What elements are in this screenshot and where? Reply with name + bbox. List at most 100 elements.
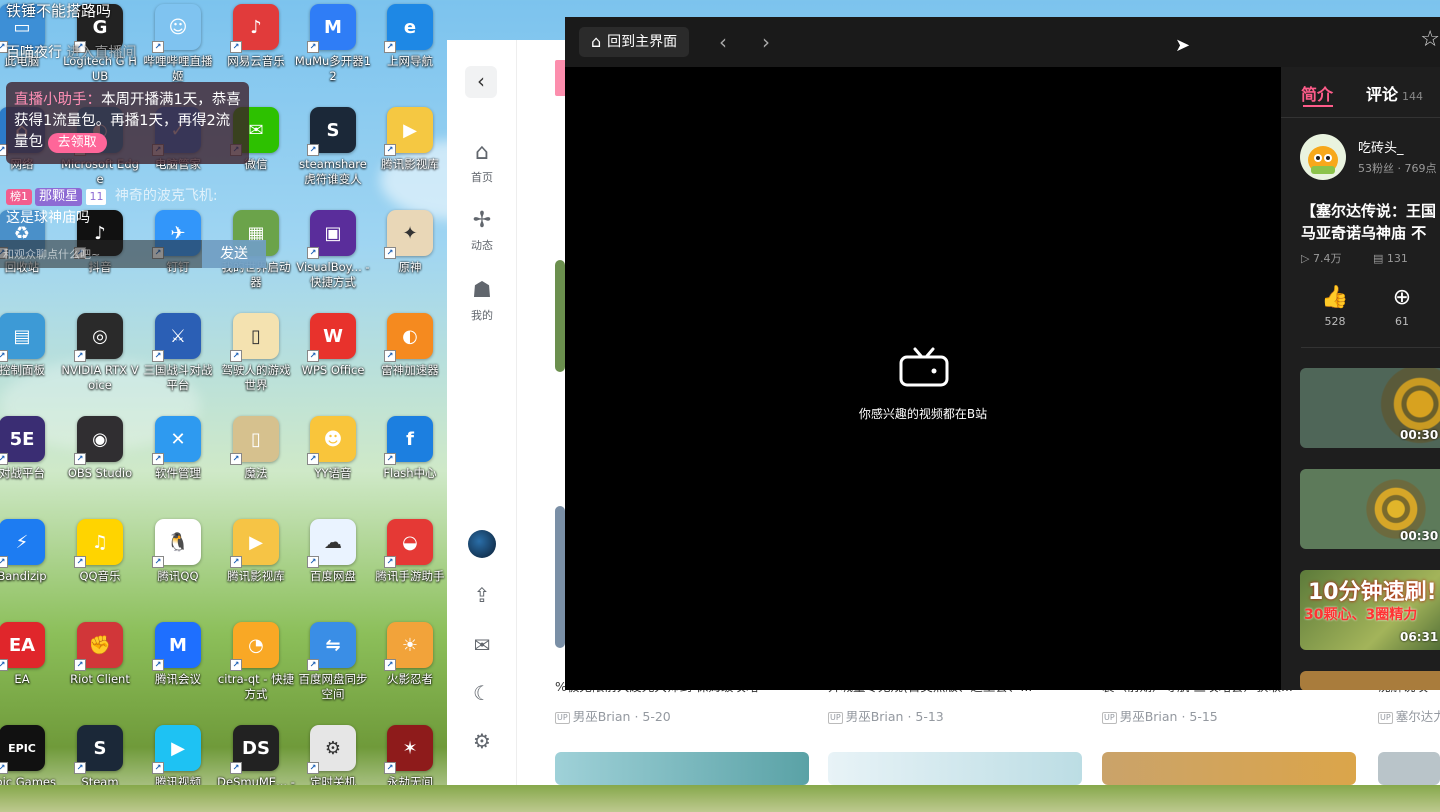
comment-count: 144 [1402, 90, 1424, 103]
desktop-icon[interactable]: ▯ ↗ 驾驶人的游戏世界 [217, 313, 295, 393]
app-icon: ◐↗ [384, 313, 433, 362]
recommended-video[interactable]: 10分钟速刷! 30颗心、3圈精力 06:31 [1300, 570, 1440, 650]
tab-intro[interactable]: 简介 [1301, 81, 1333, 105]
uploader-name[interactable]: 吃砖头_ [1358, 137, 1404, 156]
feed-meta: UP 塞尔达力 [1378, 706, 1440, 725]
desktop-icon-label: Riot Client [70, 672, 130, 686]
app-icon: ◎ ↗ [74, 313, 123, 362]
tab-underline [1303, 105, 1333, 107]
app-icon: ✶ ↗ [384, 725, 433, 774]
desktop-icon-label: 腾讯影视库 [381, 157, 439, 171]
desktop-wallpaper-grass [0, 785, 1440, 812]
desktop-icon[interactable]: ▶ ↗ 腾讯视频 [139, 725, 217, 790]
feed-card-thumb[interactable] [1102, 752, 1356, 785]
back-button[interactable]: ‹ [465, 66, 497, 98]
live-chat-input[interactable]: 和观众聊点什么吧~ 发送 [0, 240, 266, 268]
desktop-icon[interactable]: ☁ ↗ 百度网盘 [294, 519, 372, 584]
shortcut-arrow-icon: ↗ [230, 659, 242, 671]
app-icon: ♫ ↗ [74, 519, 123, 568]
desktop-icon[interactable]: EA ↗ EA [0, 622, 61, 687]
desktop-icon[interactable]: S ↗ steamshare 虎符谁变人 [294, 107, 372, 187]
user-avatar[interactable] [468, 530, 496, 558]
recommended-video[interactable]: 00:30 [1300, 368, 1440, 448]
desktop-icon[interactable]: ◐ ↗ 雷神加速器 [371, 313, 449, 378]
nav-home[interactable]: ⌂ 首页 [447, 140, 517, 185]
desktop-icon[interactable]: ▶ ↗ 腾讯影视库 [371, 107, 449, 172]
uploader-avatar[interactable] [1300, 134, 1346, 180]
desktop-icon[interactable]: ✕ ↗ 软件管理 [139, 416, 217, 481]
video-area[interactable]: 你感兴趣的视频都在B站 [565, 67, 1281, 690]
video-title-line1: 【塞尔达传说：王国 [1301, 202, 1437, 220]
desktop-icon[interactable]: ◉ ↗ OBS Studio [61, 416, 139, 481]
desktop-icon[interactable]: ▯ ↗ 魔法 [217, 416, 295, 481]
coin-button[interactable]: ⊕ 61 [1382, 285, 1422, 328]
bilibili-tv-icon [899, 347, 949, 387]
back-arrow-icon[interactable]: ‹ [719, 29, 727, 55]
mail-icon[interactable]: ✉ [469, 632, 495, 658]
desktop-icon[interactable]: S ↗ Steam [61, 725, 139, 790]
recommended-video[interactable]: 00:30 [1300, 469, 1440, 549]
feed-card-thumb[interactable] [1378, 752, 1440, 785]
desktop-icon-label: 腾讯QQ [157, 569, 199, 583]
send-button[interactable]: 发送 [202, 240, 266, 268]
shortcut-arrow-icon: ↗ [74, 762, 86, 774]
home-button[interactable]: ⌂ 回到主界面 [579, 27, 690, 57]
feed-card-thumb[interactable] [555, 506, 565, 648]
claim-button[interactable]: 去领取 [47, 133, 107, 153]
desktop-icon[interactable]: f ↗ Flash中心 [371, 416, 449, 481]
desktop-icon[interactable]: ✶ ↗ 永劫无间 [371, 725, 449, 790]
upload-icon[interactable]: ⇪ [469, 582, 495, 608]
app-icon: ▤ ↗ [0, 313, 45, 362]
desktop-icon[interactable]: W ↗ WPS Office [294, 313, 372, 378]
desktop-icon[interactable]: ▶ ↗ 腾讯影视库 [217, 519, 295, 584]
desktop-icon[interactable]: ✦ ↗ 原神 [371, 210, 449, 275]
desktop-icon[interactable]: ♪ ↗ 网易云音乐 [217, 4, 295, 69]
desktop-icon[interactable]: ⇋ ↗ 百度网盘同步空间 [294, 622, 372, 702]
shortcut-arrow-icon: ↗ [152, 350, 164, 362]
recommended-video[interactable] [1300, 671, 1440, 690]
app-icon: ☀ ↗ [384, 622, 433, 671]
tab-comments[interactable]: 评论 144 [1366, 81, 1423, 105]
shortcut-arrow-icon: ↗ [230, 350, 242, 362]
desktop-icon-label: 对战平台 [0, 466, 45, 480]
pin-icon[interactable]: ☆ [1420, 27, 1440, 52]
desktop-icon[interactable]: ♫ ↗ QQ音乐 [61, 519, 139, 584]
desktop-icon[interactable]: ▣ ↗ VisualBoy... - 快捷方式 [294, 210, 372, 290]
app-icon: ⚡ ↗ [0, 519, 45, 568]
desktop-icon[interactable]: ☻ ↗ YY语音 [294, 416, 372, 481]
desktop-icon[interactable]: ▤ ↗ 控制面板 [0, 313, 61, 378]
like-button[interactable]: 👍 528 [1315, 285, 1355, 328]
shortcut-arrow-icon: ↗ [307, 144, 319, 156]
settings-icon[interactable]: ⚙ [469, 728, 495, 754]
nav-dynamic[interactable]: ✢ 动态 [447, 208, 517, 253]
chat-username: 神奇的波克飞机: [114, 188, 218, 204]
desktop-icon[interactable]: ◒ ↗ 腾讯手游助手 [371, 519, 449, 584]
shortcut-arrow-icon: ↗ [307, 556, 319, 568]
feed-card-thumb[interactable] [555, 260, 565, 372]
desktop-icon[interactable]: ◔ ↗ citra-qt - 快捷方式 [217, 622, 295, 702]
forward-arrow-icon[interactable]: › [762, 29, 770, 55]
desktop-icon[interactable]: M ↗ 腾讯会议 [139, 622, 217, 687]
desktop-icon[interactable]: 5E ↗ 对战平台 [0, 416, 61, 481]
feed-card-thumb[interactable] [555, 752, 809, 785]
feed-card-thumb[interactable] [828, 752, 1082, 785]
moon-icon[interactable]: ☾ [469, 680, 495, 706]
desktop-icon[interactable]: ◎ ↗ NVIDIA RTX Voice [61, 313, 139, 393]
desktop-icon[interactable]: ✊ ↗ Riot Client [61, 622, 139, 687]
desktop-icon[interactable]: e ↗ 上网导航 [371, 4, 449, 69]
app-icon: ▣ ↗ [307, 210, 356, 259]
desktop-icon[interactable]: ☺ ↗ 哔哩哔哩直播姬 [139, 4, 217, 84]
desktop-icon[interactable]: M ↗ MuMu多开器12 [294, 4, 372, 84]
fan-badge: 那颗星 [35, 188, 83, 206]
nav-mine[interactable]: ☗ 我的 [447, 278, 517, 323]
shortcut-arrow-icon: ↗ [384, 350, 396, 362]
desktop-icon[interactable]: 🐧 ↗ 腾讯QQ [139, 519, 217, 584]
thumb-headline: 10分钟速刷! [1308, 580, 1437, 605]
shortcut-arrow-icon: ↗ [0, 556, 8, 568]
desktop-icon[interactable]: ⚙ ↗ 定时关机 [294, 725, 372, 790]
tab-comments-label: 评论 [1366, 85, 1399, 104]
desktop-icon[interactable]: ⚡ ↗ Bandizip [0, 519, 61, 584]
nav-dynamic-label: 动态 [471, 239, 493, 252]
desktop-icon[interactable]: ⚔ ↗ 三国战斗对战平台 [139, 313, 217, 393]
desktop-icon[interactable]: ☀ ↗ 火影忍者 [371, 622, 449, 687]
